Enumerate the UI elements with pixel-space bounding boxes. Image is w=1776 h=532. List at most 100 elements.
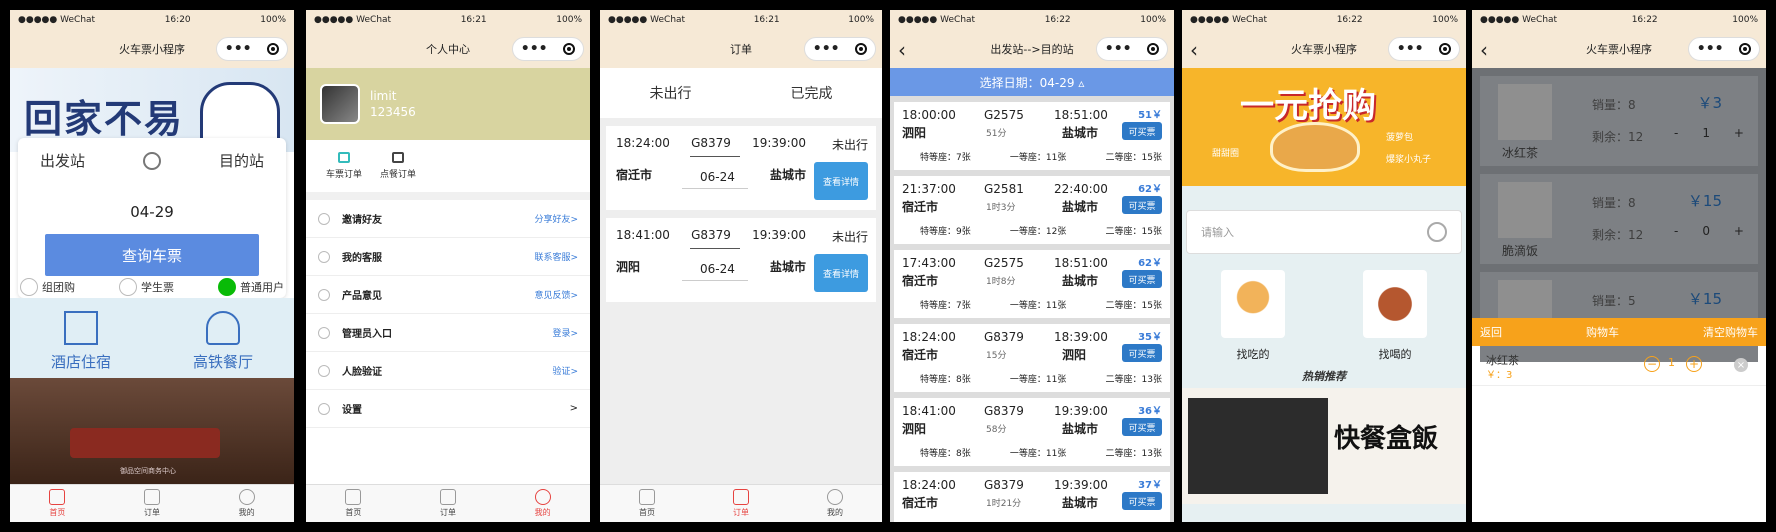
seat-count: 特等座：8张 [920, 449, 971, 459]
close-miniprogram-icon[interactable] [1439, 43, 1452, 55]
more-icon[interactable]: ••• [1105, 41, 1132, 57]
buy-ticket-button[interactable]: 可买票 [1122, 196, 1162, 214]
search-icon[interactable] [1427, 222, 1447, 242]
capsule-menu[interactable]: ••• [1388, 37, 1460, 61]
menu-label: 管理员入口 [342, 329, 392, 340]
capsule-menu[interactable]: ••• [1688, 37, 1760, 61]
back-icon[interactable]: ‹ [1480, 38, 1488, 62]
capsule-menu[interactable]: ••• [216, 37, 288, 61]
capsule-menu[interactable]: ••• [804, 37, 876, 61]
train-number: G8379 [984, 404, 1024, 418]
close-miniprogram-icon[interactable] [1739, 43, 1752, 55]
search-input[interactable]: 请输入 [1186, 210, 1462, 254]
ticket-orders[interactable]: 车票订单 [326, 152, 362, 180]
buy-ticket-button[interactable]: 可买票 [1122, 492, 1162, 510]
from-station[interactable]: 出发站 [40, 150, 85, 171]
menu-admin[interactable]: 管理员入口 登录> [306, 314, 590, 352]
back-icon[interactable]: ‹ [898, 38, 906, 62]
more-icon[interactable]: ••• [225, 41, 252, 57]
close-miniprogram-icon[interactable] [267, 43, 280, 55]
category-eat[interactable]: 找吃的 [1221, 270, 1285, 372]
arr-time: 18:51:00 [1054, 256, 1108, 270]
date-selector[interactable]: 选择日期：04-29 ▵ [890, 68, 1174, 96]
plus-icon[interactable]: + [1734, 126, 1744, 140]
promo-banner[interactable]: 一元抢购 菠萝包 甜甜圈 爆浆小丸子 [1182, 68, 1466, 186]
capsule-menu[interactable]: ••• [512, 37, 584, 61]
close-miniprogram-icon[interactable] [1147, 43, 1160, 55]
cart-back-button[interactable]: 返回 [1480, 324, 1502, 340]
radio-icon[interactable] [119, 278, 137, 296]
meal-orders[interactable]: 点餐订单 [380, 152, 416, 180]
tab-home[interactable]: 首页 [10, 485, 105, 522]
tab-home[interactable]: 首页 [600, 485, 694, 522]
seat-count: 二等座：15张 [1105, 301, 1162, 311]
train-row[interactable]: 18:00:00 G2575 18:51:00 51￥ 泗阳 51分 盐城市 可买票 特等座：7… [894, 102, 1170, 170]
radio-icon[interactable] [20, 278, 38, 296]
menu-action[interactable]: 分享好友> [534, 212, 578, 225]
tab-completed[interactable]: 已完成 [741, 83, 882, 103]
clear-cart-button[interactable]: 清空购物车 [1703, 324, 1758, 340]
tab-home[interactable]: 首页 [306, 485, 401, 522]
more-icon[interactable]: ••• [1397, 41, 1424, 57]
plus-icon[interactable]: + [1686, 356, 1702, 372]
close-miniprogram-icon[interactable] [563, 43, 576, 55]
train-row[interactable]: 18:24:00 G8379 19:39:00 37￥ 宿迁市 1时21分 盐城市 可买票特等… [894, 472, 1170, 522]
tab-me[interactable]: 我的 [788, 485, 882, 522]
view-details-button[interactable]: 查看详情 [814, 162, 868, 200]
tab-me[interactable]: 我的 [199, 485, 294, 522]
menu-action[interactable]: > [570, 403, 578, 414]
phone-train-list: ●●●●● WeChat 16:22 100% ‹ 出发站-->目的站 ••• … [890, 10, 1174, 522]
tab-orders[interactable]: 订单 [401, 485, 496, 522]
product-image [1498, 182, 1552, 238]
train-row[interactable]: 18:24:00 G8379 18:39:00 35￥ 宿迁市 15分 泗阳 可买票 特等座：8… [894, 324, 1170, 392]
date-picker[interactable]: 04-29 [18, 203, 286, 221]
to-station[interactable]: 目的站 [219, 150, 264, 171]
tab-orders[interactable]: 订单 [694, 485, 788, 522]
view-details-button[interactable]: 查看详情 [814, 254, 868, 292]
avatar[interactable] [320, 84, 360, 124]
train-row[interactable]: 17:43:00 G2575 18:51:00 62￥ 宿迁市 1时8分 盐城市 可买票 特等座… [894, 250, 1170, 318]
buy-ticket-button[interactable]: 可买票 [1122, 122, 1162, 140]
menu-feedback[interactable]: 产品意见 意见反馈> [306, 276, 590, 314]
menu-invite[interactable]: 邀请好友 分享好友> [306, 200, 590, 238]
menu-face-verify[interactable]: 人脸验证 验证> [306, 352, 590, 390]
menu-action[interactable]: 登录> [552, 326, 578, 339]
ticket-card: 18:24:00 G8379 19:39:00 未出行 宿迁市 盐城市 06-24 查… [606, 126, 876, 210]
capsule-menu[interactable]: ••• [1096, 37, 1168, 61]
buy-ticket-button[interactable]: 可买票 [1122, 270, 1162, 288]
back-icon[interactable]: ‹ [1190, 38, 1198, 62]
option-student[interactable]: 学生票 [119, 278, 174, 296]
minus-icon[interactable]: - [1674, 224, 1678, 238]
menu-settings[interactable]: 设置 > [306, 390, 590, 428]
minus-icon[interactable]: − [1644, 356, 1660, 372]
buy-ticket-button[interactable]: 可买票 [1122, 344, 1162, 362]
radio-checked-icon[interactable] [218, 278, 236, 296]
more-icon[interactable]: ••• [813, 41, 840, 57]
bun-image [1270, 122, 1360, 172]
tab-upcoming[interactable]: 未出行 [600, 83, 741, 103]
menu-action[interactable]: 验证> [552, 364, 578, 377]
close-miniprogram-icon[interactable] [855, 43, 868, 55]
remove-icon[interactable]: × [1734, 358, 1748, 372]
menu-action[interactable]: 联系客服> [534, 250, 578, 263]
tab-me[interactable]: 我的 [495, 485, 590, 522]
swap-icon[interactable] [143, 151, 161, 170]
service-dining[interactable]: 高铁餐厅 [152, 298, 294, 378]
query-tickets-button[interactable]: 查询车票 [45, 234, 259, 276]
option-normal[interactable]: 普通用户 [218, 278, 284, 296]
category-drink[interactable]: 找喝的 [1363, 270, 1427, 372]
tab-orders[interactable]: 订单 [105, 485, 200, 522]
train-row[interactable]: 21:37:00 G2581 22:40:00 62￥ 宿迁市 1时3分 盐城市 可买票 特等座… [894, 176, 1170, 244]
train-row[interactable]: 18:41:00 G8379 19:39:00 36￥ 泗阳 58分 盐城市 可买票 特等座：8… [894, 398, 1170, 466]
option-group[interactable]: 组团购 [20, 278, 75, 296]
menu-service[interactable]: 我的客服 联系客服> [306, 238, 590, 276]
more-icon[interactable]: ••• [521, 41, 548, 57]
minus-icon[interactable]: - [1674, 126, 1678, 140]
menu-action[interactable]: 意见反馈> [534, 288, 578, 301]
plus-icon[interactable]: + [1734, 224, 1744, 238]
bento-banner[interactable]: 快餐盒飯 [1182, 388, 1466, 504]
buy-ticket-button[interactable]: 可买票 [1122, 418, 1162, 436]
more-icon[interactable]: ••• [1697, 41, 1724, 57]
service-hotel[interactable]: 酒店住宿 [10, 298, 152, 378]
duration: 51分 [986, 129, 1007, 139]
